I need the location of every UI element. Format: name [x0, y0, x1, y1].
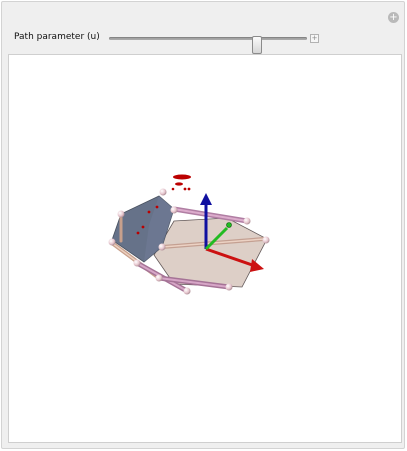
slider-thumb[interactable]: [252, 36, 262, 54]
manipulate-panel: + Path parameter (u) +: [1, 1, 405, 449]
add-circle-icon[interactable]: +: [388, 12, 399, 23]
mechanism-render: [108, 174, 270, 295]
base-plate: [153, 217, 268, 288]
plus-square-icon[interactable]: +: [310, 34, 319, 43]
graphics3d-plot[interactable]: [8, 54, 402, 443]
path-parameter-label: Path parameter (u): [14, 32, 100, 42]
path-parameter-slider[interactable]: [109, 36, 307, 54]
path-parameter-control: Path parameter (u) +: [14, 31, 334, 54]
